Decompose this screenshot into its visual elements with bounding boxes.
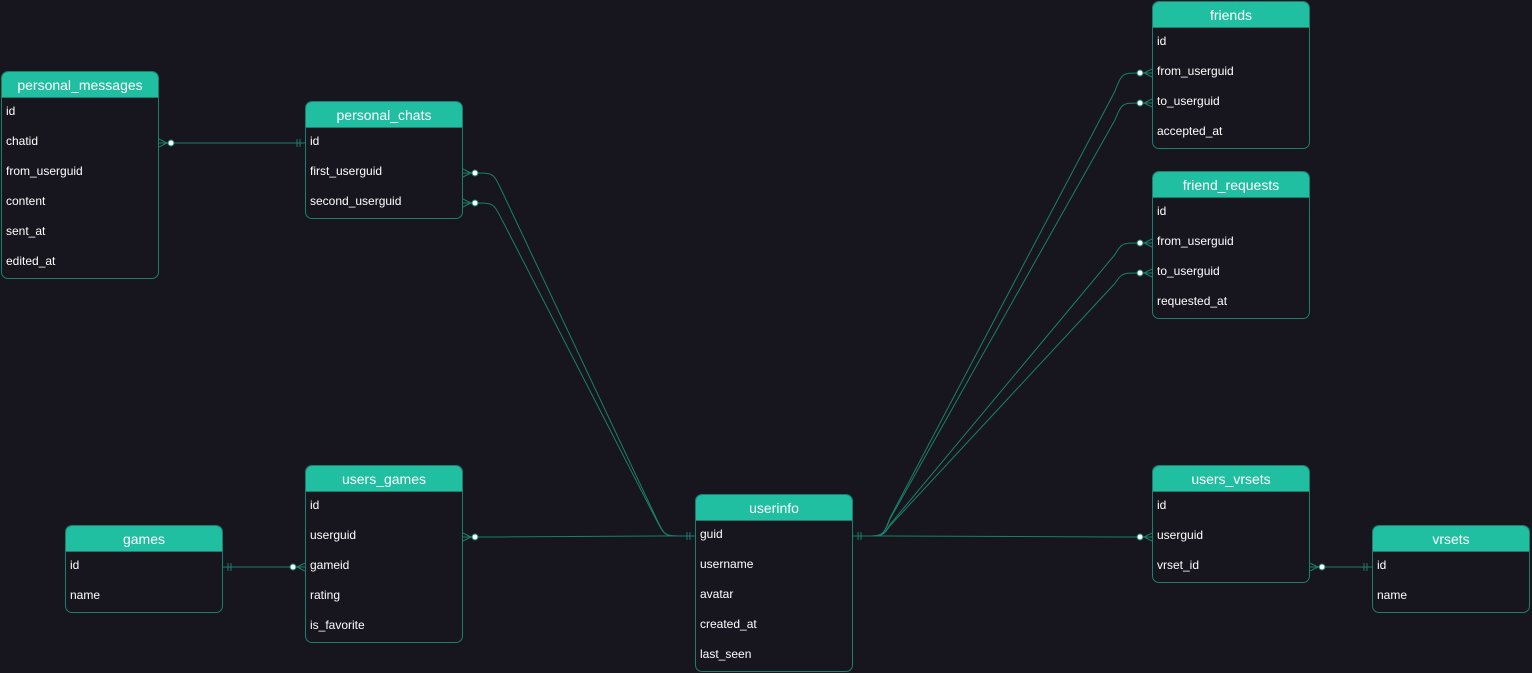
optional-marker — [1136, 99, 1144, 107]
relation-line — [853, 102, 1152, 537]
table-column[interactable]: sent_at — [2, 218, 158, 248]
table-title[interactable]: friends — [1153, 2, 1309, 28]
table-column[interactable]: id — [2, 98, 158, 128]
relation-edge — [1309, 562, 1372, 572]
table-column[interactable]: requested_at — [1153, 288, 1309, 318]
table-column[interactable]: userguid — [306, 522, 462, 552]
table-column[interactable]: avatar — [696, 581, 852, 611]
er-diagram-canvas: personal_messages id chatid from_usergui… — [0, 0, 1532, 673]
optional-marker — [471, 199, 479, 207]
table-column[interactable]: is_favorite — [306, 612, 462, 642]
table-personal-chats[interactable]: personal_chats id first_userguid second_… — [305, 101, 463, 219]
table-column[interactable]: from_userguid — [1153, 58, 1309, 88]
table-column[interactable]: accepted_at — [1153, 118, 1309, 148]
relation-edge — [223, 562, 306, 572]
table-column[interactable]: edited_at — [2, 248, 158, 278]
table-title[interactable]: personal_chats — [306, 102, 462, 128]
relation-line — [853, 72, 1152, 537]
table-column[interactable]: name — [1373, 582, 1529, 612]
table-title[interactable]: users_vrsets — [1153, 466, 1309, 492]
table-title[interactable]: userinfo — [696, 495, 852, 521]
relation-edge — [462, 168, 695, 540]
relation-line — [853, 535, 1152, 538]
table-column[interactable]: created_at — [696, 611, 852, 641]
table-users-vrsets[interactable]: users_vrsets id userguid vrset_id — [1152, 465, 1310, 583]
table-column[interactable]: userguid — [1153, 522, 1309, 552]
relation-edge — [853, 68, 1153, 540]
table-column[interactable]: id — [1153, 492, 1309, 522]
relation-line — [463, 172, 695, 537]
table-column[interactable]: vrset_id — [1153, 552, 1309, 582]
table-column[interactable]: to_userguid — [1153, 258, 1309, 288]
relation-line — [463, 535, 695, 538]
optional-marker — [1136, 69, 1144, 77]
optional-marker — [289, 563, 297, 571]
optional-marker — [167, 139, 175, 147]
table-column[interactable]: last_seen — [696, 641, 852, 671]
table-column[interactable]: id — [1153, 198, 1309, 228]
table-vrsets[interactable]: vrsets id name — [1372, 525, 1530, 613]
relation-line — [463, 202, 695, 537]
table-column[interactable]: gameid — [306, 552, 462, 582]
relation-edge — [462, 198, 695, 540]
table-column[interactable]: name — [66, 582, 222, 612]
relation-edge — [853, 532, 1153, 542]
optional-marker — [471, 169, 479, 177]
table-games[interactable]: games id name — [65, 525, 223, 613]
relation-line — [853, 272, 1152, 537]
optional-marker — [1136, 239, 1144, 247]
table-column[interactable]: rating — [306, 582, 462, 612]
table-column[interactable]: guid — [696, 521, 852, 551]
relation-line — [853, 242, 1152, 537]
relation-edge — [853, 268, 1153, 540]
table-column[interactable]: username — [696, 551, 852, 581]
table-users-games[interactable]: users_games id userguid gameid rating is… — [305, 465, 463, 643]
table-column[interactable]: from_userguid — [2, 158, 158, 188]
relation-edge — [158, 138, 305, 148]
relation-edge — [853, 98, 1153, 540]
table-column[interactable]: id — [306, 492, 462, 522]
table-column[interactable]: id — [1373, 552, 1529, 582]
optional-marker — [471, 533, 479, 541]
table-column[interactable]: id — [306, 128, 462, 158]
table-friend-requests[interactable]: friend_requests id from_userguid to_user… — [1152, 171, 1310, 319]
table-column[interactable]: to_userguid — [1153, 88, 1309, 118]
table-column[interactable]: first_userguid — [306, 158, 462, 188]
optional-marker — [1318, 563, 1326, 571]
table-friends[interactable]: friends id from_userguid to_userguid acc… — [1152, 1, 1310, 149]
table-column[interactable]: content — [2, 188, 158, 218]
table-title[interactable]: games — [66, 526, 222, 552]
table-column[interactable]: from_userguid — [1153, 228, 1309, 258]
table-title[interactable]: personal_messages — [2, 72, 158, 98]
table-title[interactable]: users_games — [306, 466, 462, 492]
relation-edge — [853, 238, 1153, 540]
table-column[interactable]: second_userguid — [306, 188, 462, 218]
table-personal-messages[interactable]: personal_messages id chatid from_usergui… — [1, 71, 159, 279]
table-column[interactable]: chatid — [2, 128, 158, 158]
table-column[interactable]: id — [66, 552, 222, 582]
table-title[interactable]: vrsets — [1373, 526, 1529, 552]
table-userinfo[interactable]: userinfo guid username avatar created_at… — [695, 494, 853, 672]
table-title[interactable]: friend_requests — [1153, 172, 1309, 198]
table-column[interactable]: id — [1153, 28, 1309, 58]
relation-edge — [462, 532, 695, 542]
optional-marker — [1136, 269, 1144, 277]
optional-marker — [1136, 533, 1144, 541]
